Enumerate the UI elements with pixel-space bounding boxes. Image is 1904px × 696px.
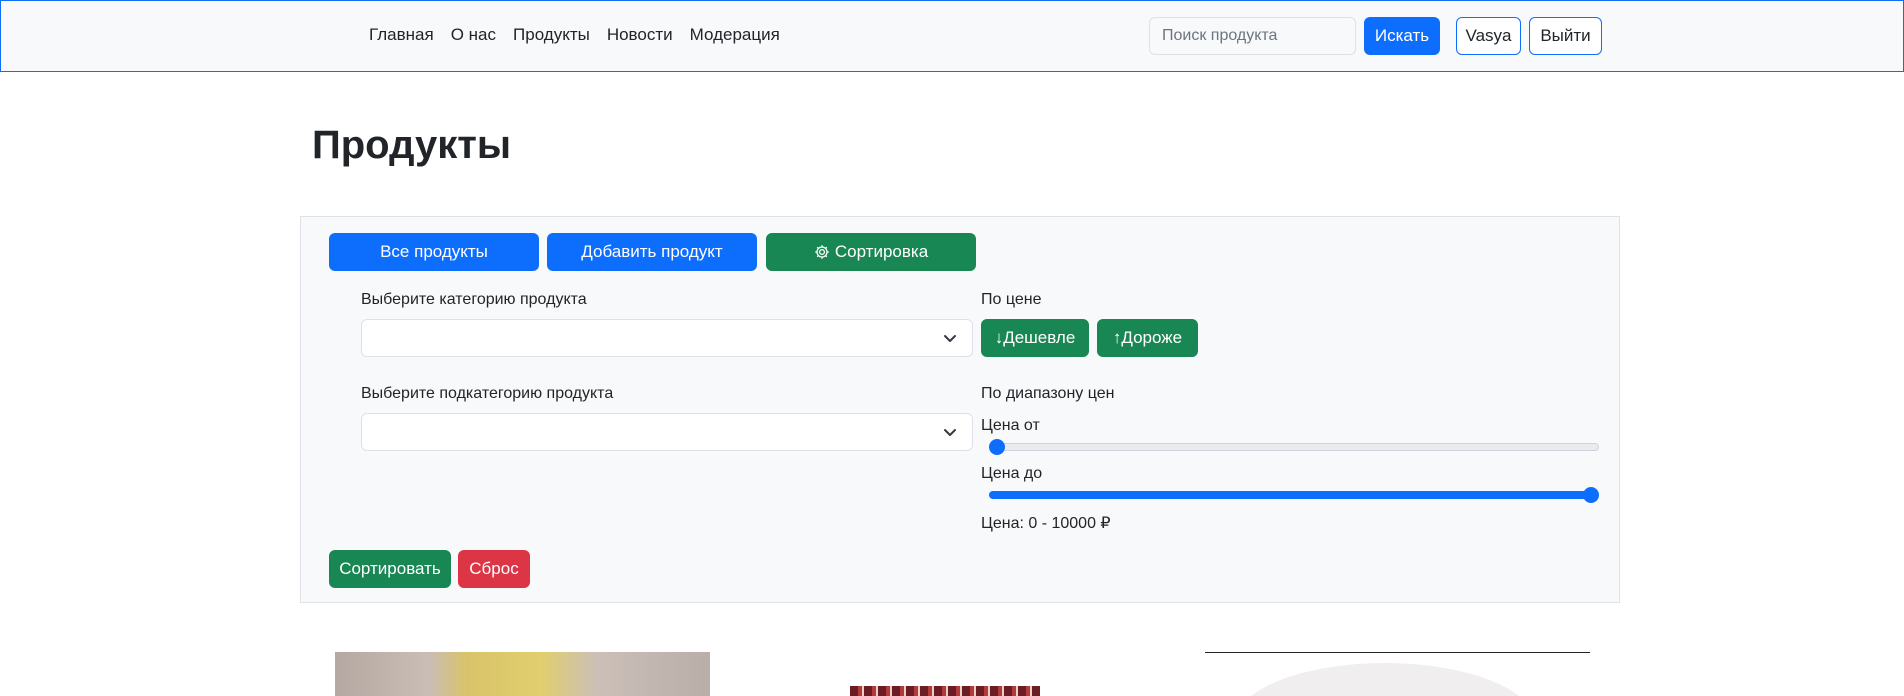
sort-cheaper-label: Дешевле xyxy=(1003,328,1076,347)
category-select[interactable] xyxy=(361,319,973,357)
arrow-down-icon: ↓ xyxy=(994,328,1004,347)
price-to-fill xyxy=(989,491,1591,499)
filter-panel: Все продукты Добавить продукт Сортировка… xyxy=(300,216,1620,603)
nav-link-products[interactable]: Продукты xyxy=(513,25,590,45)
sort-cheaper-button[interactable]: ↓ Дешевле xyxy=(981,319,1089,357)
nav-link-moderation[interactable]: Модерация xyxy=(690,25,780,45)
price-from-label: Цена от xyxy=(981,417,1040,434)
sort-pricier-label: Дороже xyxy=(1121,328,1183,347)
all-products-button[interactable]: Все продукты xyxy=(329,233,539,271)
gear-icon xyxy=(814,244,830,260)
nav-link-home[interactable]: Главная xyxy=(369,25,434,45)
subcategory-label: Выберите подкатегорию продукта xyxy=(361,385,614,402)
price-summary: Цена: 0 - 10000 ₽ xyxy=(981,515,1111,532)
sort-pricier-button[interactable]: ↑ Дороже xyxy=(1097,319,1198,357)
category-label: Выберите категорию продукта xyxy=(361,291,587,308)
top-navbar: Главная О нас Продукты Новости Модерация… xyxy=(0,0,1904,72)
arrow-up-icon: ↑ xyxy=(1112,328,1122,347)
subcategory-select[interactable] xyxy=(361,413,973,451)
product-image[interactable] xyxy=(800,652,1120,696)
price-to-slider[interactable] xyxy=(989,484,1599,504)
nav-links: Главная О нас Продукты Новости Модерация xyxy=(369,25,780,45)
product-image[interactable] xyxy=(335,652,710,696)
product-image[interactable] xyxy=(1205,652,1590,696)
add-product-button[interactable]: Добавить продукт xyxy=(547,233,757,271)
price-from-slider[interactable] xyxy=(989,436,1599,456)
page-title: Продукты xyxy=(312,123,511,167)
price-from-thumb[interactable] xyxy=(989,439,1005,455)
nav-link-about[interactable]: О нас xyxy=(451,25,496,45)
chevron-down-icon xyxy=(944,335,956,342)
price-range-label: По диапазону цен xyxy=(981,385,1115,402)
apply-sort-button[interactable]: Сортировать xyxy=(329,550,451,588)
product-search-input[interactable] xyxy=(1149,17,1356,55)
product-image-content xyxy=(850,686,1040,696)
reset-button[interactable]: Сброс xyxy=(458,550,530,588)
user-profile-button[interactable]: Vasya xyxy=(1456,17,1521,55)
price-from-track xyxy=(989,443,1599,451)
by-price-label: По цене xyxy=(981,291,1042,308)
chevron-down-icon xyxy=(944,429,956,436)
search-button[interactable]: Искать xyxy=(1364,17,1440,55)
logout-button[interactable]: Выйти xyxy=(1529,17,1602,55)
price-to-thumb[interactable] xyxy=(1583,487,1599,503)
price-to-label: Цена до xyxy=(981,465,1043,482)
product-image-content xyxy=(1235,663,1535,696)
sorting-button[interactable]: Сортировка xyxy=(766,233,976,271)
sorting-button-label: Сортировка xyxy=(834,242,929,261)
nav-link-news[interactable]: Новости xyxy=(607,25,673,45)
